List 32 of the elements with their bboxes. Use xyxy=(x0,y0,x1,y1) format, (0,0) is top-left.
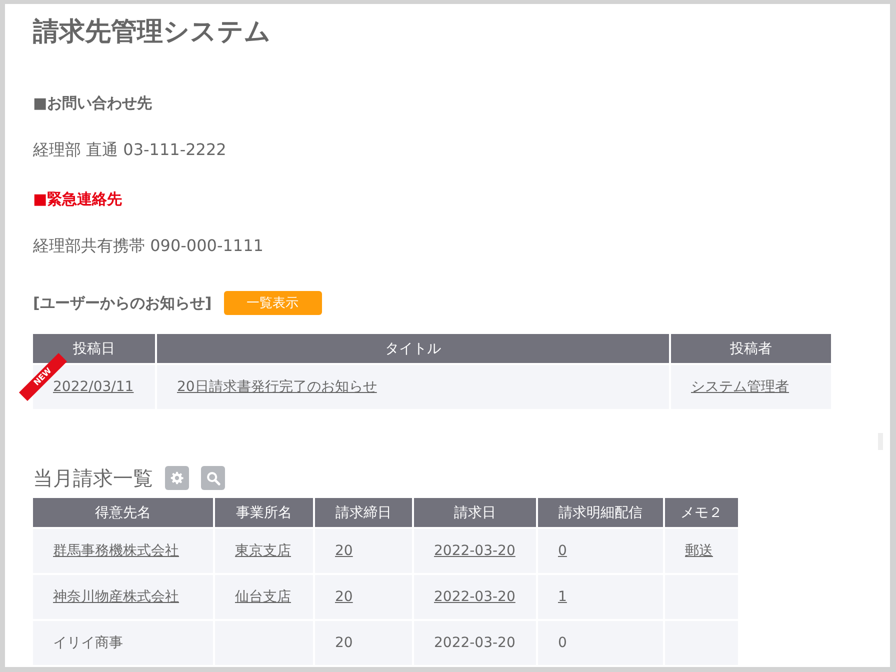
settings-button[interactable] xyxy=(165,466,189,490)
link[interactable]: 1 xyxy=(558,589,567,605)
link[interactable]: 20 xyxy=(335,589,353,605)
column-header: 請求締日 xyxy=(314,498,413,528)
column-header: 請求明細配信 xyxy=(537,498,664,528)
section-heading: 当月請求一覧 xyxy=(33,464,153,492)
link[interactable]: 0 xyxy=(558,543,567,559)
page-title: 請求先管理システム xyxy=(33,16,272,49)
section-heading: ■お問い合わせ先 xyxy=(33,93,154,114)
column-header: メモ２ xyxy=(664,498,739,528)
table-cell: 20 xyxy=(335,635,353,651)
table-cell: 2022-03-20 xyxy=(434,635,516,651)
contact-info: 経理部 直通 03-111-2222 xyxy=(33,139,228,161)
column-header: 投稿者 xyxy=(670,334,832,364)
section-heading: ■緊急連絡先 xyxy=(33,189,124,210)
table-cell: イリイ商事 xyxy=(53,635,123,651)
link[interactable]: 20 xyxy=(335,543,353,559)
link[interactable]: 20日請求書発行完了のお知らせ xyxy=(177,379,377,395)
gear-icon xyxy=(170,471,184,485)
column-header: 事業所名 xyxy=(214,498,314,528)
column-header: タイトル xyxy=(156,334,670,364)
search-icon xyxy=(206,470,220,486)
contact-info: 経理部共有携帯 090-000-1111 xyxy=(33,235,264,257)
search-button[interactable] xyxy=(201,466,225,490)
column-header: 得意先名 xyxy=(32,498,214,528)
link[interactable]: 仙台支店 xyxy=(235,589,291,605)
column-header: 投稿日 xyxy=(32,334,156,364)
section-heading: [ユーザーからのお知らせ] xyxy=(33,294,212,312)
column-header: 請求日 xyxy=(413,498,537,528)
link[interactable]: 郵送 xyxy=(685,543,713,559)
table-cell: 0 xyxy=(558,635,567,651)
link[interactable]: 東京支店 xyxy=(235,543,291,559)
